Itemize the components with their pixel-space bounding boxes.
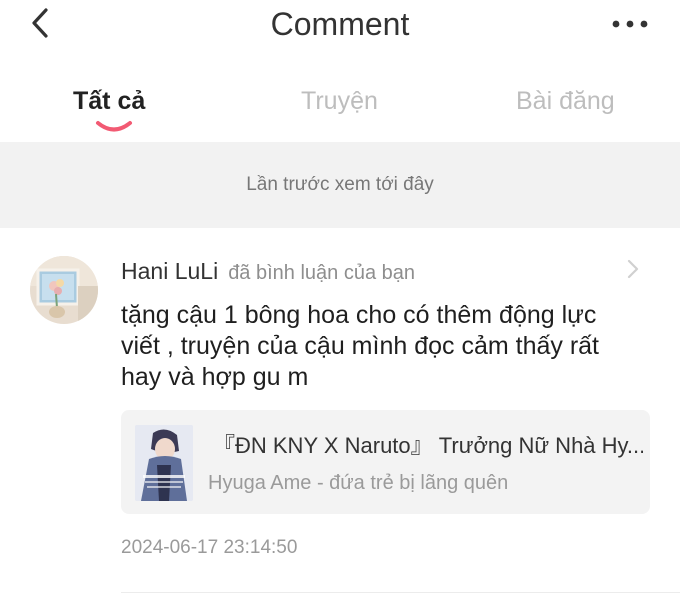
last-viewed-divider: Lần trước xem tới đây [0,142,680,228]
more-button[interactable] [610,12,650,36]
story-author: Hyuga Ame - đứa trẻ bị lãng quên [208,472,509,494]
page-title: Comment [270,6,410,42]
action-text: đã bình luận của bạn [228,262,416,284]
user-line: Hani LuLi đã bình luận của bạn [121,256,415,286]
active-tab-indicator [96,121,132,132]
divider [121,592,680,593]
tab-stories[interactable]: Truyện [301,86,378,116]
tab-bar: Tất cả Truyện Bài đăng [0,74,680,136]
story-title: 『ĐN KNY X Naruto』 Trưởng Nữ Nhà Hy... [213,433,643,458]
top-bar: Comment [0,0,680,52]
story-card[interactable]: 『ĐN KNY X Naruto』 Trưởng Nữ Nhà Hy... Hy… [121,410,650,514]
story-cover [135,425,193,501]
tab-posts[interactable]: Bài đăng [516,86,615,116]
chevron-right-icon[interactable] [624,258,642,280]
notification-item[interactable]: Hani LuLi đã bình luận của bạn tặng cậu 1… [0,228,680,600]
timestamp: 2024-06-17 23:14:50 [121,537,298,558]
more-horizontal-icon [612,20,648,28]
tab-all[interactable]: Tất cả [73,86,145,116]
avatar[interactable] [30,256,98,324]
username[interactable]: Hani LuLi [121,258,218,284]
comment-text: tặng cậu 1 bông hoa cho có thêm động lực… [121,301,600,391]
